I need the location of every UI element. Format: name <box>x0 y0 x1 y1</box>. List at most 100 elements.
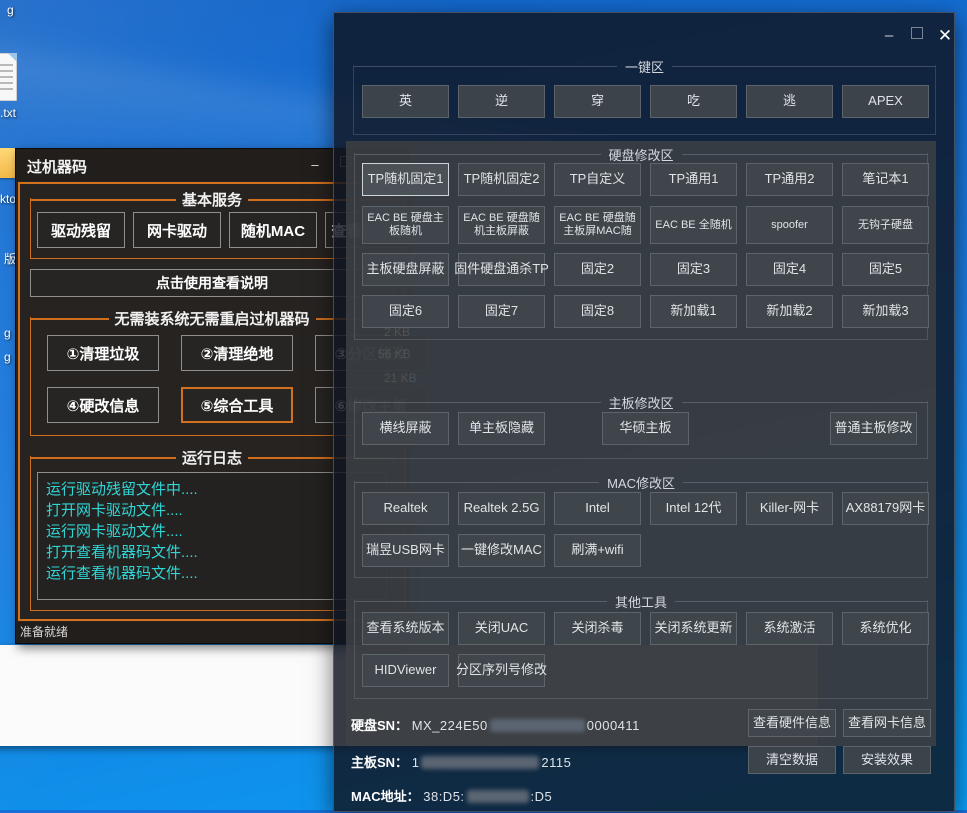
noreboot-button-0[interactable]: ①清理垃圾 <box>47 335 159 371</box>
tools-row1: 查看系统版本关闭UAC 关闭杀毒关闭系统更新系统激活系统优化 <box>362 612 927 645</box>
board-sn-label: 主板SN： <box>351 755 408 770</box>
disk-button-r2-3[interactable]: EAC BE 全随机 <box>650 206 737 244</box>
disk-button-r3-5[interactable]: 固定5 <box>842 253 929 286</box>
mac-button-r2-2[interactable]: 刷满+wifi <box>554 534 641 567</box>
tools-button-r1-2[interactable]: 关闭杀毒 <box>554 612 641 645</box>
right-maximize-button[interactable] <box>905 25 929 47</box>
disk-row2: EAC BE 硬盘主板随机EAC BE 硬盘随机主板屏蔽EAC BE 硬盘随主板… <box>362 206 927 244</box>
group-other-tools-title: 其他工具 <box>607 592 675 611</box>
text-file-icon[interactable] <box>0 53 17 101</box>
mac-button-r1-3[interactable]: Intel 12代 <box>650 492 737 525</box>
board-button-2[interactable]: 华硕主板 <box>602 412 689 445</box>
group-onekey-title: 一键区 <box>617 57 672 76</box>
disk-button-r4-1[interactable]: 固定7 <box>458 295 545 328</box>
mac-button-r1-2[interactable]: Intel <box>554 492 641 525</box>
disk-button-r2-0[interactable]: EAC BE 硬盘主板随机 <box>362 206 449 244</box>
mac-button-r1-5[interactable]: AX88179网卡 <box>842 492 929 525</box>
board-button-0[interactable]: 横线屏蔽 <box>362 412 449 445</box>
noreboot-button-4[interactable]: ⑤综合工具 <box>181 387 293 423</box>
onekey-button-2[interactable]: 穿 <box>554 85 641 118</box>
disk-button-r1-0[interactable]: TP随机固定1 <box>362 163 449 196</box>
mac-address-label: MAC地址： <box>351 789 420 804</box>
footer-button-1[interactable]: 查看网卡信息 <box>843 709 931 737</box>
board-button-1[interactable]: 单主板隐藏 <box>458 412 545 445</box>
onekey-button-0[interactable]: 英 <box>362 85 449 118</box>
disk-sn-value-suffix: 0000411 <box>587 718 640 733</box>
disk-sn-row: 硬盘SN： MX_224E500000411 <box>351 715 640 734</box>
tools-button-r1-1[interactable]: 关闭UAC <box>458 612 545 645</box>
onekey-button-3[interactable]: 吃 <box>650 85 737 118</box>
disk-button-r1-2[interactable]: TP自定义 <box>554 163 641 196</box>
right-close-button[interactable]: ✕ <box>933 25 957 47</box>
disk-button-r3-2[interactable]: 固定2 <box>554 253 641 286</box>
disk-button-r4-5[interactable]: 新加载3 <box>842 295 929 328</box>
right-minimize-button[interactable]: – <box>877 25 901 47</box>
left-window-title: 过机器码 <box>27 156 87 177</box>
mac-button-r1-1[interactable]: Realtek 2.5G <box>458 492 545 525</box>
tools-button-r1-4[interactable]: 系统激活 <box>746 612 833 645</box>
disk-button-r1-3[interactable]: TP通用1 <box>650 163 737 196</box>
board-button-3[interactable]: 普通主板修改 <box>830 412 917 445</box>
folder-icon[interactable] <box>0 148 16 178</box>
group-mac-title: MAC修改区 <box>599 473 683 492</box>
mac-button-r2-1[interactable]: 一键修改MAC <box>458 534 545 567</box>
desktop-icon-label-g2[interactable]: g <box>4 350 11 364</box>
disk-button-r4-3[interactable]: 新加载1 <box>650 295 737 328</box>
group-run-log-title: 运行日志 <box>176 447 248 468</box>
log-line-0: 运行驱动残留文件中.... <box>46 479 378 500</box>
group-other-tools: 其他工具 查看系统版本关闭UAC关闭杀毒关闭系统更新系统激活系统优化 HIDVi… <box>354 600 928 699</box>
ghost-kb-1: 56 KB <box>378 347 411 361</box>
desktop-icon-label-txt[interactable]: .txt <box>0 106 16 120</box>
board-sn-value-suffix: 2115 <box>541 755 571 770</box>
disk-button-r2-2[interactable]: EAC BE 硬盘随主板屏MAC随 <box>554 206 641 244</box>
group-board-zone: 主板修改区 横线屏蔽单主板隐藏华硕主板普通主板修改 <box>354 401 928 459</box>
disk-button-r3-0[interactable]: 主板硬盘屏蔽 <box>362 253 449 286</box>
onekey-button-4[interactable]: 逃 <box>746 85 833 118</box>
desktop-icon-label-top[interactable]: g <box>7 3 14 17</box>
basic-button-1[interactable]: 网卡驱动 <box>133 212 221 248</box>
disk-button-r1-1[interactable]: TP随机固定2 <box>458 163 545 196</box>
onekey-button-5[interactable]: APEX <box>842 85 929 118</box>
disk-button-r1-4[interactable]: TP通用2 <box>746 163 833 196</box>
mac-button-r1-4[interactable]: Killer-网卡 <box>746 492 833 525</box>
noreboot-button-3[interactable]: ④硬改信息 <box>47 387 159 423</box>
tools-button-r1-0[interactable]: 查看系统版本 <box>362 612 449 645</box>
disk-button-r3-3[interactable]: 固定3 <box>650 253 737 286</box>
mac-button-r1-0[interactable]: Realtek <box>362 492 449 525</box>
disk-button-r3-1[interactable]: 固件硬盘通杀TP <box>458 253 545 286</box>
tools-button-r1-3[interactable]: 关闭系统更新 <box>650 612 737 645</box>
disk-button-r2-4[interactable]: spoofer <box>746 206 833 244</box>
onekey-button-1[interactable]: 逆 <box>458 85 545 118</box>
tools-button-r2-1[interactable]: 分区序列号修改 <box>458 654 545 687</box>
disk-button-r2-5[interactable]: 无钩子硬盘 <box>842 206 929 244</box>
footer-button-0[interactable]: 查看硬件信息 <box>748 709 836 737</box>
footer-button-2[interactable]: 清空数据 <box>748 746 836 774</box>
onekey-buttons: 英逆穿吃逃 APEX <box>362 85 935 118</box>
left-minimize-button[interactable]: – <box>304 155 326 175</box>
log-line-4: 运行查看机器码文件.... <box>46 563 378 584</box>
mac-address-value-prefix: 38:D5: <box>423 789 464 804</box>
tools-button-r1-5[interactable]: 系统优化 <box>842 612 929 645</box>
disk-button-r1-5[interactable]: 笔记本1 <box>842 163 929 196</box>
basic-button-0[interactable]: 驱动残留 <box>37 212 125 248</box>
desktop-icon-label-folder[interactable]: kto <box>0 192 16 206</box>
disk-button-r4-4[interactable]: 新加载2 <box>746 295 833 328</box>
group-disk-title: 硬盘修改区 <box>601 145 682 164</box>
disk-button-r4-0[interactable]: 固定6 <box>362 295 449 328</box>
group-basic-services-title: 基本服务 <box>176 189 248 210</box>
log-line-3: 打开查看机器码文件.... <box>46 542 378 563</box>
tools-button-r2-0[interactable]: HIDViewer <box>362 654 449 687</box>
mac-button-r2-0[interactable]: 瑞昱USB网卡 <box>362 534 449 567</box>
noreboot-button-1[interactable]: ②清理绝地 <box>181 335 293 371</box>
group-board-title: 主板修改区 <box>601 393 682 412</box>
group-mac-zone: MAC修改区 RealtekRealtek 2.5GIntelIntel 12代… <box>354 481 928 578</box>
disk-button-r3-4[interactable]: 固定4 <box>746 253 833 286</box>
disk-button-r2-1[interactable]: EAC BE 硬盘随机主板屏蔽 <box>458 206 545 244</box>
disk-button-r4-2[interactable]: 固定8 <box>554 295 641 328</box>
footer-info-area: 硬盘SN： MX_224E500000411 主板SN： 12115 MAC地址… <box>334 701 954 813</box>
group-disk-zone: 硬盘修改区 TP随机固定1TP随机固定2TP自定义TP通用1TP通用2笔记本1 … <box>354 153 928 340</box>
desktop-icon-label-g1[interactable]: g <box>4 326 11 340</box>
mac-address-value-suffix: :D5 <box>531 789 553 804</box>
basic-button-2[interactable]: 随机MAC <box>229 212 317 248</box>
footer-button-3[interactable]: 安装效果 <box>843 746 931 774</box>
